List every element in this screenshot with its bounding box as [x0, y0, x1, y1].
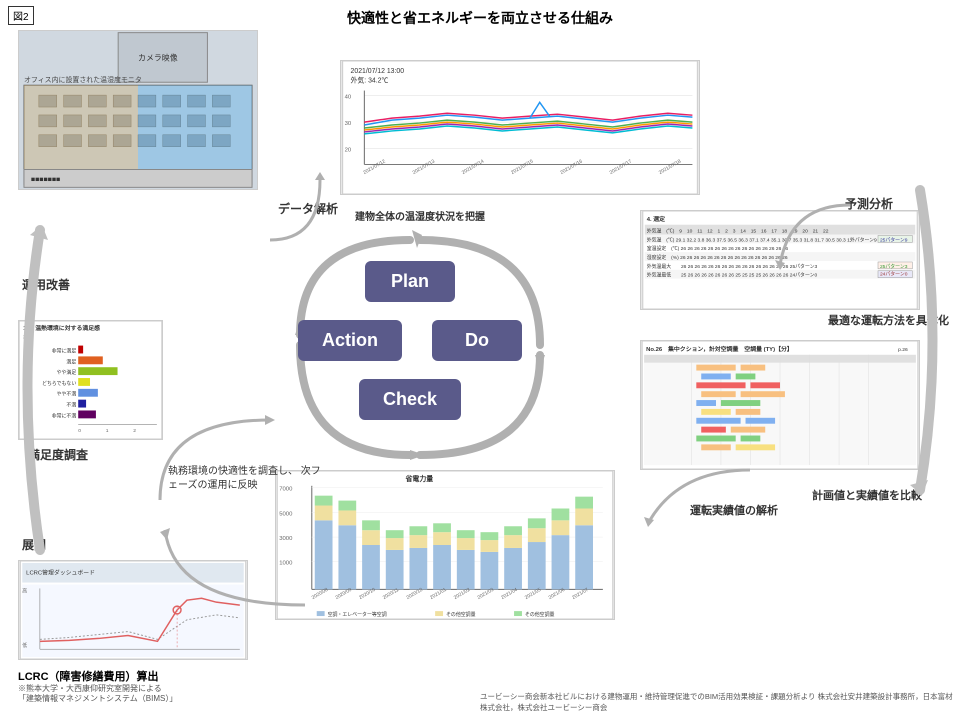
- operation-to-arrow: [620, 460, 760, 540]
- schedule-table: No.26 集中クション，計対空調量 空調量 (TY)【分】: [640, 340, 920, 470]
- svg-text:4. 選定: 4. 選定: [647, 215, 665, 223]
- svg-text:湿度設定 (%) 26 26 26 26 26: 湿度設定 (%) 26 26 26 26 26 26 26 26 26 26 2…: [647, 254, 788, 261]
- temperature-graph: 2021/07/12 13:00 外気: 34.2℃ 40 30 20 2021…: [340, 60, 700, 195]
- svg-text:高: 高: [22, 587, 27, 594]
- svg-text:1000: 1000: [279, 561, 293, 567]
- svg-text:LCRC管理ダッシュボード: LCRC管理ダッシュボード: [26, 569, 95, 577]
- svg-text:2: 2: [133, 428, 136, 434]
- credit-text: ユービーシー商会新本社ビルにおける建物運用・維持管理促進でのBIM活用効果検証・…: [480, 692, 960, 713]
- svg-text:25パターン3: 25パターン3: [880, 263, 908, 270]
- optimal-operation-label: 最適な運転方法を具体化: [828, 312, 949, 328]
- pdca-container: Plan Action Do Check: [300, 230, 520, 450]
- svg-text:低: 低: [22, 642, 27, 649]
- pdca-check-button[interactable]: Check: [359, 379, 461, 420]
- satisfaction-survey-label: 満足度調査: [28, 446, 88, 463]
- svg-text:5000: 5000: [279, 511, 293, 517]
- svg-text:外気温最大 26 26 26 26 26 26: 外気温最大 26 26 26 26 26 26 26 26 26 26 26 2…: [647, 263, 818, 270]
- svg-text:■■■■■■■: ■■■■■■■: [31, 176, 60, 183]
- svg-text:計画: 計画: [23, 334, 33, 341]
- svg-text:その他空調量: その他空調量: [446, 611, 476, 618]
- svg-text:No.26 集中クション，計対空調量 空調量 (TY)【分】: No.26 集中クション，計対空調量 空調量 (TY)【分】: [646, 345, 793, 353]
- svg-text:省電力量: 省電力量: [405, 474, 434, 483]
- svg-text:外気温最低 25 26 26 26 26 26: 外気温最低 25 26 26 26 26 26 26 26 25 25 25 2…: [647, 272, 818, 279]
- compare-label: 計画値と実績値を比較: [812, 487, 922, 503]
- svg-text:その他空調量: その他空調量: [525, 611, 555, 618]
- svg-text:室温設定 (℃) 26 26 26 26 26 2: 室温設定 (℃) 26 26 26 26 26 26 26 26 26 26 2…: [647, 245, 789, 252]
- phase-reflection-text: 執務環境の快適性を調査し、 次フェーズの運用に反映: [168, 465, 328, 493]
- svg-text:空調・エレベーター等空調: 空調・エレベーター等空調: [328, 611, 387, 618]
- pattern-table: 4. 選定 外気温 (℃) 9 10 11 12 1 2 3 14 15 16 …: [640, 210, 920, 310]
- svg-text:外気温 (℃) 9 10 11 12 1 2 3 14 15: 外気温 (℃) 9 10 11 12 1 2 3 14 15 16 17 18 …: [647, 228, 829, 235]
- svg-text:外気温 (℃) 29.1 32.2 3.8 36.3 37: 外気温 (℃) 29.1 32.2 3.8 36.3 37.5 36.5 36.…: [647, 236, 877, 243]
- svg-text:25パターン9: 25パターン9: [880, 236, 908, 243]
- svg-text:オフィス内に設置された温湿度モニタ: オフィス内に設置された温湿度モニタ: [24, 75, 142, 84]
- svg-text:11．温熱環境に対する満足感: 11．温熱環境に対する満足感: [23, 324, 100, 332]
- svg-text:やや不満: やや不満: [57, 391, 77, 398]
- svg-text:0: 0: [78, 428, 81, 434]
- svg-text:非常に満足: 非常に満足: [52, 347, 77, 354]
- operation-analysis-label: 運転実績値の解析: [690, 502, 778, 518]
- lcrc-title: LCRC（障害修繕費用）算出: [18, 668, 159, 684]
- svg-text:どちらでもない: どちらでもない: [42, 380, 76, 387]
- svg-text:20: 20: [345, 148, 352, 154]
- svg-text:2021/07/12 13:00: 2021/07/12 13:00: [351, 68, 405, 75]
- svg-text:やや満足: やや満足: [57, 369, 77, 376]
- lcrc-dashboard-image: LCRC管理ダッシュボード 高 低: [18, 560, 248, 660]
- prediction-analysis-label: 予測分析: [845, 195, 893, 212]
- svg-text:30: 30: [345, 121, 352, 127]
- svg-text:40: 40: [345, 94, 352, 100]
- main-title: 快適性と省エネルギーを両立させる仕組み: [0, 8, 960, 28]
- svg-text:非常に不満: 非常に不満: [52, 412, 77, 419]
- pdca-action-button[interactable]: Action: [298, 320, 402, 361]
- deploy-label: 展開: [22, 536, 46, 553]
- operation-improvement-label: 運用改善: [22, 276, 70, 293]
- data-analysis-label: データ解析: [278, 200, 338, 217]
- svg-text:24パターン0: 24パターン0: [880, 271, 908, 278]
- bim-building-image: カメラ映像: [18, 30, 258, 190]
- pdca-plan-button[interactable]: Plan: [365, 261, 455, 302]
- satisfaction-chart: 11．温熱環境に対する満足感 計画 非常に満足 満足 やや満足 どちらでもない …: [18, 320, 163, 440]
- svg-text:p.26: p.26: [898, 347, 908, 353]
- svg-text:3000: 3000: [279, 536, 293, 542]
- pdca-do-button[interactable]: Do: [432, 320, 522, 361]
- building-temperature-label: 建物全体の温湿度状況を把握: [355, 208, 485, 223]
- svg-text:不満: 不満: [66, 402, 76, 409]
- svg-text:1: 1: [106, 428, 109, 434]
- svg-text:カメラ映像: カメラ映像: [138, 52, 178, 62]
- svg-text:満足: 満足: [66, 358, 76, 365]
- footnote: ※熊本大学・大西康仰研究室開発による 「建築情報マネジメントシステム（BIMS）…: [18, 684, 177, 705]
- svg-text:外気: 34.2℃: 外気: 34.2℃: [351, 76, 389, 85]
